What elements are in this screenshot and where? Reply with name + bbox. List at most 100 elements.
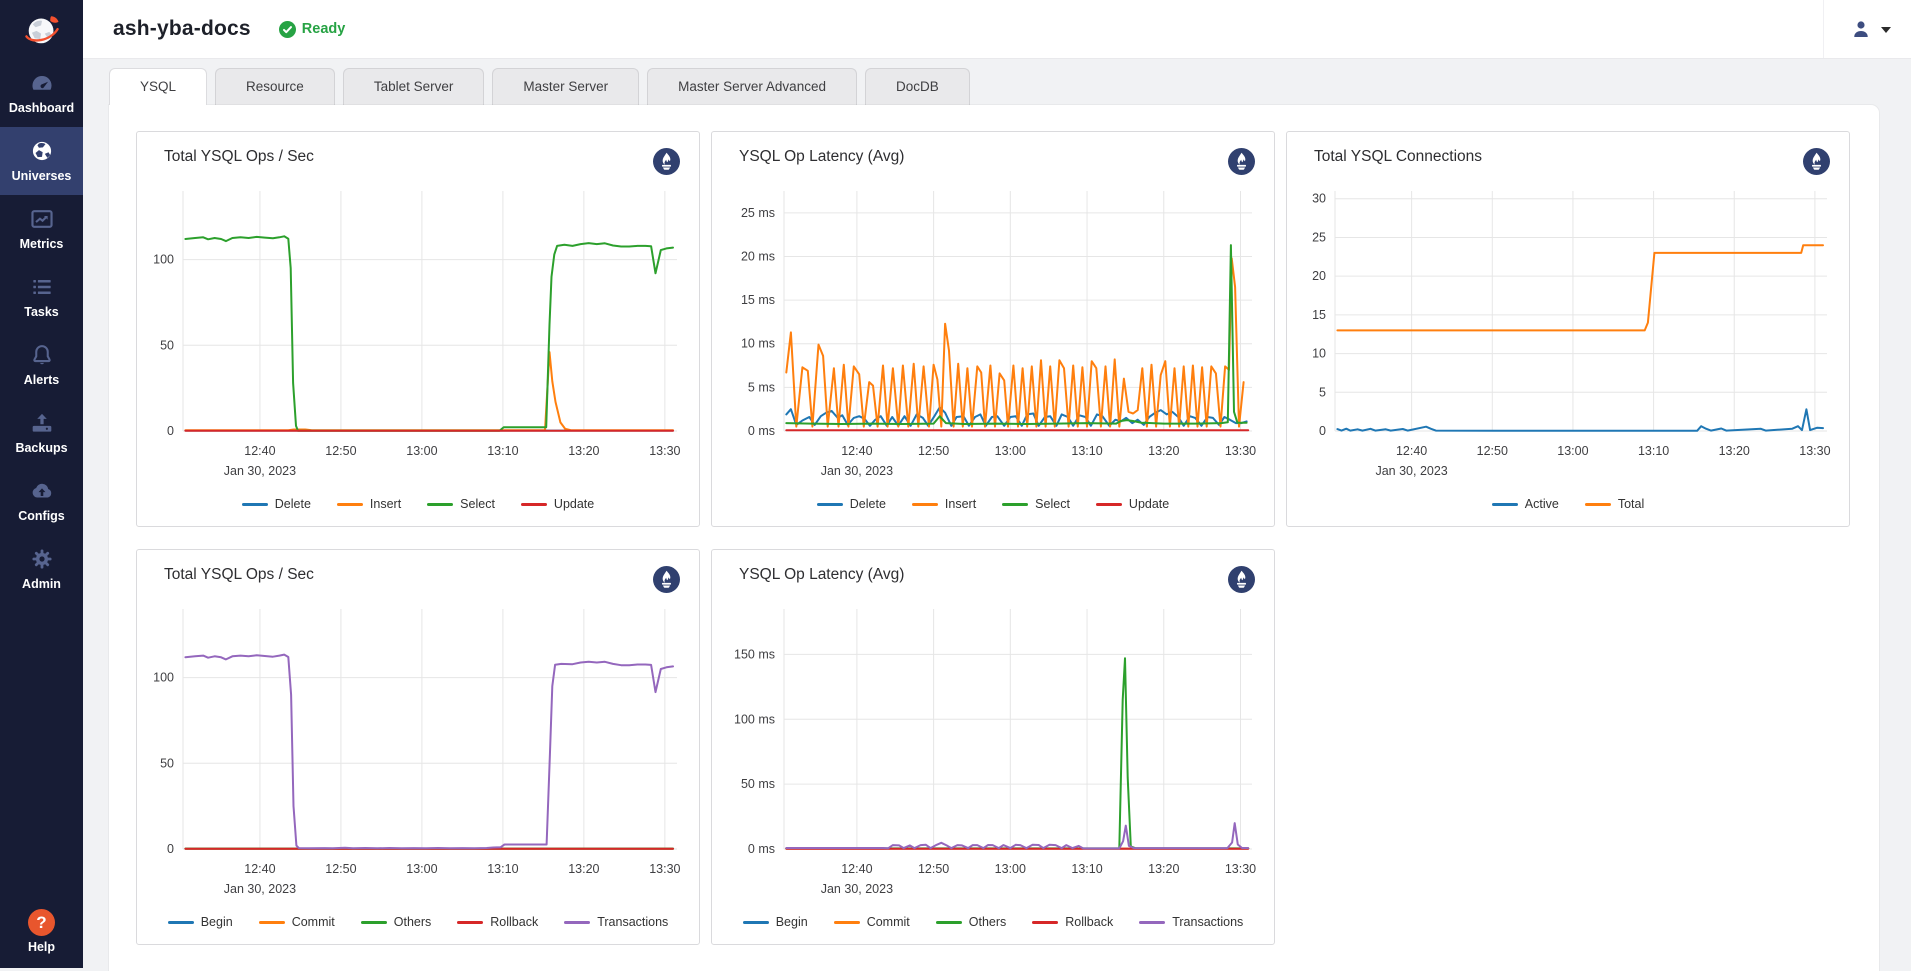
chart-canvas[interactable]: 12:4012:5013:0013:1013:2013:300510152025… bbox=[1287, 175, 1849, 493]
universe-globe-icon bbox=[2, 138, 81, 165]
chart-legend: Begin Commit Others Rollback Transactions bbox=[137, 911, 699, 944]
sidebar-item-label: Dashboard bbox=[2, 101, 81, 115]
sidebar-item-alerts[interactable]: Alerts bbox=[0, 331, 83, 399]
universe-header: ash-yba-docs Ready bbox=[83, 0, 1911, 59]
legend-item-delete[interactable]: Delete bbox=[817, 497, 886, 511]
sidebar-item-metrics[interactable]: Metrics bbox=[0, 195, 83, 263]
y-tick-label: 50 bbox=[160, 338, 174, 352]
legend-label: Others bbox=[394, 915, 432, 929]
legend-item-active[interactable]: Active bbox=[1492, 497, 1559, 511]
y-tick-label: 100 ms bbox=[734, 712, 775, 726]
legend-swatch bbox=[521, 503, 547, 506]
legend-label: Update bbox=[554, 497, 594, 511]
tasks-list-icon bbox=[2, 274, 81, 301]
sidebar-item-tasks[interactable]: Tasks bbox=[0, 263, 83, 331]
legend-item-insert[interactable]: Insert bbox=[912, 497, 976, 511]
legend-item-transactions[interactable]: Transactions bbox=[1139, 915, 1243, 929]
y-tick-label: 50 bbox=[160, 756, 174, 770]
legend-item-total[interactable]: Total bbox=[1585, 497, 1644, 511]
x-tick-label: 13:30 bbox=[1225, 862, 1256, 876]
x-tick-label: 13:10 bbox=[487, 862, 518, 876]
prometheus-icon[interactable] bbox=[653, 566, 680, 593]
chart-legend: Delete Insert Select Update bbox=[712, 493, 1274, 526]
sidebar-item-help[interactable]: ? Help bbox=[0, 897, 83, 968]
x-tick-label: 12:50 bbox=[918, 862, 949, 876]
sidebar-item-backups[interactable]: Backups bbox=[0, 399, 83, 467]
legend-item-transactions[interactable]: Transactions bbox=[564, 915, 668, 929]
sidebar-item-dashboard[interactable]: Dashboard bbox=[0, 59, 83, 127]
planet-rocket-icon bbox=[20, 8, 64, 52]
x-axis-date-label: Jan 30, 2023 bbox=[224, 882, 296, 896]
legend-item-update[interactable]: Update bbox=[521, 497, 594, 511]
legend-label: Commit bbox=[292, 915, 335, 929]
chart-canvas[interactable]: 12:4012:5013:0013:1013:2013:300 ms5 ms10… bbox=[712, 175, 1274, 493]
y-tick-label: 50 ms bbox=[741, 777, 775, 791]
chart-card-total-ysql-transactions: Total YSQL Ops / Sec 12:4012:5013:0013:1… bbox=[136, 549, 700, 945]
legend-item-commit[interactable]: Commit bbox=[834, 915, 910, 929]
series-line-select bbox=[185, 236, 673, 430]
y-tick-label: 0 ms bbox=[748, 842, 775, 856]
legend-swatch bbox=[1032, 921, 1058, 924]
x-tick-label: 13:10 bbox=[1638, 444, 1669, 458]
legend-label: Transactions bbox=[597, 915, 668, 929]
chart-canvas[interactable]: 12:4012:5013:0013:1013:2013:300 ms50 ms1… bbox=[712, 593, 1274, 911]
x-axis-date-label: Jan 30, 2023 bbox=[1375, 464, 1447, 478]
yugabyte-logo[interactable] bbox=[0, 0, 83, 59]
x-tick-label: 13:00 bbox=[406, 862, 437, 876]
admin-gear-icon bbox=[2, 546, 81, 573]
sidebar: Dashboard Universes Metrics Tasks Alerts… bbox=[0, 0, 83, 968]
sidebar-item-configs[interactable]: Configs bbox=[0, 467, 83, 535]
prometheus-icon[interactable] bbox=[1803, 148, 1830, 175]
metrics-tab-bar: YSQL Resource Tablet Server Master Serve… bbox=[109, 68, 1885, 105]
chart-title: YSQL Op Latency (Avg) bbox=[739, 148, 904, 166]
legend-item-others[interactable]: Others bbox=[361, 915, 432, 929]
chart-canvas[interactable]: 12:4012:5013:0013:1013:2013:30050100Jan … bbox=[137, 175, 699, 493]
legend-swatch bbox=[259, 921, 285, 924]
legend-item-begin[interactable]: Begin bbox=[743, 915, 808, 929]
x-tick-label: 12:50 bbox=[325, 444, 356, 458]
sidebar-item-label: Admin bbox=[2, 577, 81, 591]
legend-label: Begin bbox=[776, 915, 808, 929]
chart-legend: Active Total bbox=[1287, 493, 1849, 526]
content-area: YSQL Resource Tablet Server Master Serve… bbox=[83, 59, 1911, 968]
tab-ysql[interactable]: YSQL bbox=[109, 68, 207, 105]
legend-item-delete[interactable]: Delete bbox=[242, 497, 311, 511]
y-tick-label: 25 bbox=[1312, 230, 1326, 244]
tab-master-server-advanced[interactable]: Master Server Advanced bbox=[647, 68, 857, 105]
legend-swatch bbox=[1096, 503, 1122, 506]
help-icon: ? bbox=[28, 909, 55, 936]
legend-item-select[interactable]: Select bbox=[1002, 497, 1070, 511]
tab-docdb[interactable]: DocDB bbox=[865, 68, 970, 105]
legend-item-rollback[interactable]: Rollback bbox=[457, 915, 538, 929]
chart-canvas[interactable]: 12:4012:5013:0013:1013:2013:30050100Jan … bbox=[137, 593, 699, 911]
legend-item-update[interactable]: Update bbox=[1096, 497, 1169, 511]
y-tick-label: 0 ms bbox=[748, 424, 775, 438]
legend-item-insert[interactable]: Insert bbox=[337, 497, 401, 511]
legend-item-others[interactable]: Others bbox=[936, 915, 1007, 929]
universe-name: ash-yba-docs bbox=[113, 17, 251, 41]
tab-master-server[interactable]: Master Server bbox=[492, 68, 639, 105]
legend-item-select[interactable]: Select bbox=[427, 497, 495, 511]
tab-tablet-server[interactable]: Tablet Server bbox=[343, 68, 485, 105]
prometheus-icon[interactable] bbox=[653, 148, 680, 175]
alerts-bell-icon bbox=[2, 342, 81, 369]
legend-item-commit[interactable]: Commit bbox=[259, 915, 335, 929]
x-tick-label: 12:50 bbox=[918, 444, 949, 458]
sidebar-item-universes[interactable]: Universes bbox=[0, 127, 83, 195]
legend-item-begin[interactable]: Begin bbox=[168, 915, 233, 929]
user-menu[interactable] bbox=[1823, 0, 1911, 58]
y-tick-label: 0 bbox=[167, 842, 174, 856]
universe-status-badge: Ready bbox=[279, 21, 346, 38]
prometheus-icon[interactable] bbox=[1228, 148, 1255, 175]
x-tick-label: 13:00 bbox=[406, 444, 437, 458]
sidebar-item-admin[interactable]: Admin bbox=[0, 535, 83, 603]
legend-item-rollback[interactable]: Rollback bbox=[1032, 915, 1113, 929]
legend-swatch bbox=[743, 921, 769, 924]
legend-swatch bbox=[361, 921, 387, 924]
tab-resource[interactable]: Resource bbox=[215, 68, 335, 105]
x-tick-label: 13:20 bbox=[568, 862, 599, 876]
y-tick-label: 100 bbox=[153, 671, 174, 685]
prometheus-icon[interactable] bbox=[1228, 566, 1255, 593]
x-tick-label: 13:10 bbox=[1071, 862, 1102, 876]
series-line-transactions bbox=[786, 823, 1248, 848]
